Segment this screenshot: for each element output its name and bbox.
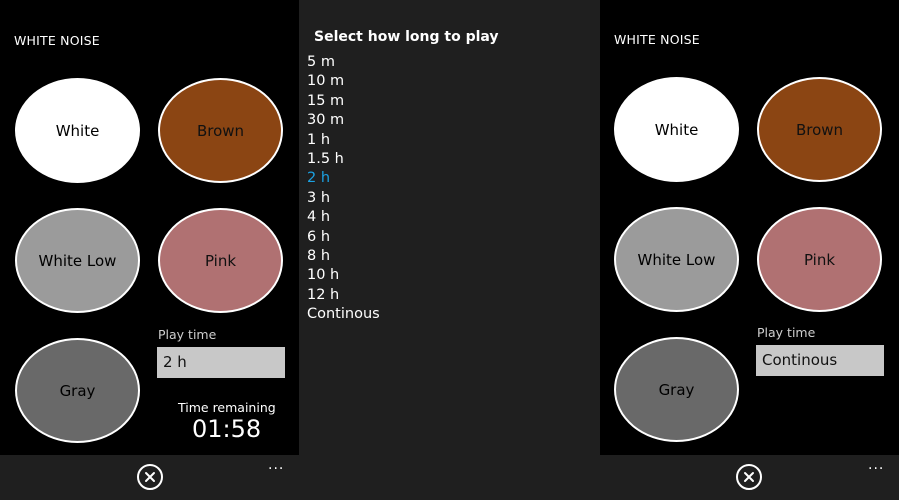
sound-label: White: [654, 120, 699, 139]
stop-button[interactable]: [736, 464, 762, 490]
duration-option[interactable]: 1 h: [307, 131, 380, 150]
more-options-button[interactable]: ...: [868, 457, 884, 473]
white-low-noise-button[interactable]: White Low: [15, 208, 140, 313]
play-time-field[interactable]: 2 h: [157, 347, 285, 378]
time-remaining-label: Time remaining: [178, 400, 276, 415]
duration-list: 5 m 10 m 15 m 30 m 1 h 1.5 h 2 h 3 h 4 h…: [307, 53, 380, 325]
duration-option[interactable]: 8 h: [307, 247, 380, 266]
gray-noise-button[interactable]: Gray: [614, 337, 739, 442]
picker-title: Select how long to play: [314, 29, 499, 45]
pink-noise-button[interactable]: Pink: [757, 207, 882, 312]
duration-option[interactable]: 12 h: [307, 286, 380, 305]
app-title: WHITE NOISE: [614, 32, 700, 47]
time-remaining-value: 01:58: [192, 415, 262, 443]
play-time-field[interactable]: Continous: [756, 345, 884, 376]
sound-label: Brown: [196, 121, 245, 140]
sound-label: Pink: [204, 251, 237, 270]
sound-label: Brown: [795, 120, 844, 139]
brown-noise-button[interactable]: Brown: [158, 78, 283, 183]
app-bar: ...: [0, 455, 299, 500]
play-time-label: Play time: [757, 325, 816, 340]
left-screen: WHITE NOISE White Brown White Low Pink G…: [0, 0, 299, 500]
duration-option[interactable]: Continous: [307, 305, 380, 324]
app-bar: ...: [600, 455, 899, 500]
duration-option[interactable]: 10 h: [307, 266, 380, 285]
gray-noise-button[interactable]: Gray: [15, 338, 140, 443]
duration-option[interactable]: 5 m: [307, 53, 380, 72]
duration-option[interactable]: 30 m: [307, 111, 380, 130]
duration-option-selected[interactable]: 2 h: [307, 169, 380, 188]
duration-option[interactable]: 1.5 h: [307, 150, 380, 169]
duration-option[interactable]: 10 m: [307, 72, 380, 91]
play-time-label: Play time: [158, 327, 217, 342]
white-low-noise-button[interactable]: White Low: [614, 207, 739, 312]
close-icon: [744, 472, 754, 482]
app-title: WHITE NOISE: [14, 33, 100, 48]
more-options-button[interactable]: ...: [268, 457, 284, 473]
right-screen: WHITE NOISE White Brown White Low Pink G…: [600, 0, 899, 500]
close-icon: [145, 472, 155, 482]
sound-label: Pink: [803, 250, 836, 269]
duration-picker: Select how long to play 5 m 10 m 15 m 30…: [299, 0, 600, 500]
sound-label: White: [55, 121, 100, 140]
white-noise-button[interactable]: White: [15, 78, 140, 183]
brown-noise-button[interactable]: Brown: [757, 77, 882, 182]
white-noise-button[interactable]: White: [614, 77, 739, 182]
sound-label: White Low: [637, 250, 716, 269]
duration-option[interactable]: 3 h: [307, 189, 380, 208]
stop-button[interactable]: [137, 464, 163, 490]
sound-label: Gray: [658, 380, 695, 399]
duration-option[interactable]: 6 h: [307, 228, 380, 247]
pink-noise-button[interactable]: Pink: [158, 208, 283, 313]
sound-label: Gray: [59, 381, 96, 400]
duration-option[interactable]: 4 h: [307, 208, 380, 227]
duration-option[interactable]: 15 m: [307, 92, 380, 111]
sound-label: White Low: [38, 251, 117, 270]
